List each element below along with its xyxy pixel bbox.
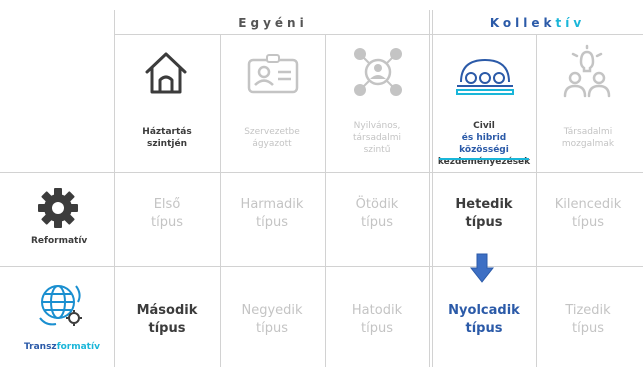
grid-line — [432, 34, 643, 35]
network-icon — [354, 48, 402, 96]
row-label-transformative: Transzformatív — [24, 342, 100, 352]
column-header-organization: Szervezetbe ágyazott — [244, 127, 300, 149]
gear-icon — [38, 188, 78, 228]
column-header-movements: Társadalmi mozgalmak — [561, 127, 615, 149]
cell-type-8: Nyolcadik típus — [448, 303, 520, 336]
globe-gear-icon — [39, 285, 82, 326]
cell-type-6: Hatodik típus — [351, 303, 403, 336]
group-header-collective-part-b: tív — [555, 16, 586, 30]
house-icon — [145, 52, 187, 94]
column-header-underline — [439, 158, 529, 160]
down-arrow-icon — [470, 253, 494, 283]
cell-type-10: Tizedik típus — [565, 303, 611, 336]
group-header-collective-part-a: Kollek — [489, 16, 556, 30]
grid-line — [114, 34, 432, 35]
cell-type-1: Első típus — [151, 197, 183, 230]
row-label-reformative: Reformatív — [31, 236, 88, 246]
cell-type-7: Hetedik típus — [455, 197, 513, 230]
column-header-civil-hybrid: Civil és hibrid közösségi kezdeményezése… — [437, 121, 531, 167]
grid-line — [0, 266, 643, 267]
cell-type-9: Kilencedik típus — [554, 197, 622, 230]
grid-line — [429, 10, 430, 367]
group-header-collective: Kollektív — [432, 16, 643, 30]
lightbulb-people-icon — [563, 44, 611, 98]
community-icon — [456, 58, 514, 95]
cell-type-4: Negyedik típus — [241, 303, 303, 336]
group-header-individual: Egyéni — [238, 16, 308, 30]
id-card-icon — [247, 54, 299, 94]
column-header-public: Nyilvános, társadalmi szintű — [353, 121, 401, 155]
grid-line — [0, 172, 643, 173]
column-header-household: Háztartás szintjén — [142, 127, 192, 149]
cell-type-3: Harmadik típus — [240, 197, 304, 230]
cell-type-5: Ötödik típus — [355, 197, 399, 230]
cell-type-2: Második típus — [136, 303, 198, 336]
